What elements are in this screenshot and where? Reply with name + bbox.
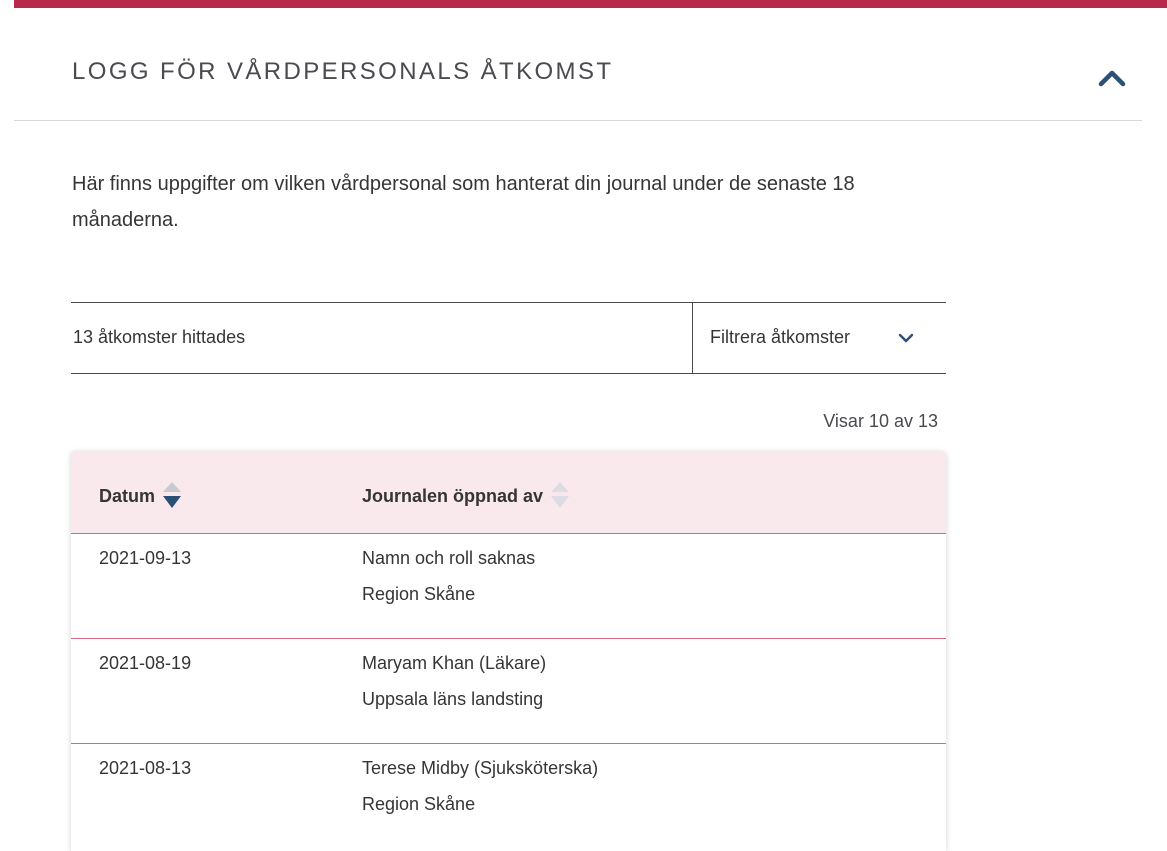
column-header-label: Journalen öppnad av: [362, 485, 544, 506]
sort-icon: [551, 482, 570, 508]
access-log-table: Datum Journalen öppnad av 2021-09-13 Nam…: [71, 451, 946, 851]
table-header: Datum Journalen öppnad av: [71, 451, 946, 534]
filter-label: Filtrera åtkomster: [710, 327, 851, 347]
intro-text: Här finns uppgifter om vilken vårdperson…: [72, 173, 855, 231]
accessor-organization: Uppsala läns landsting: [362, 689, 544, 709]
table-row: 2021-09-13 Namn och roll saknas Region S…: [71, 534, 946, 639]
table-row: 2021-08-19 Maryam Khan (Läkare) Uppsala …: [71, 639, 946, 744]
results-count: 13 åtkomster hittades: [73, 327, 246, 347]
column-header-opened-by[interactable]: Journalen öppnad av: [362, 481, 571, 513]
accessor-organization: Region Skåne: [362, 584, 476, 604]
column-header-date[interactable]: Datum: [99, 481, 183, 513]
access-date: 2021-09-13: [99, 548, 192, 568]
access-date: 2021-08-13: [99, 758, 192, 778]
panel-title: LOGG FÖR VÅRDPERSONALS ÅTKOMST: [72, 58, 614, 85]
access-log-panel: LOGG FÖR VÅRDPERSONALS ÅTKOMST Här finns…: [14, 8, 1167, 851]
column-header-label: Datum: [99, 485, 156, 506]
access-date: 2021-08-19: [99, 653, 192, 673]
filter-access-button[interactable]: Filtrera åtkomster: [692, 303, 947, 373]
top-accent-bar: [14, 0, 1167, 8]
sort-descending-icon: [163, 482, 182, 508]
panel-header[interactable]: LOGG FÖR VÅRDPERSONALS ÅTKOMST: [14, 8, 1142, 121]
collapse-button[interactable]: [1094, 62, 1130, 92]
accessor-name: Terese Midby (Sjuksköterska): [362, 758, 599, 778]
accessor-organization: Region Skåne: [362, 794, 476, 814]
pagination-status: Visar 10 av 13: [823, 411, 938, 431]
results-summary-bar: 13 åtkomster hittades Filtrera åtkomster: [71, 302, 946, 374]
table-row: 2021-08-13 Terese Midby (Sjuksköterska) …: [71, 744, 946, 848]
chevron-down-icon: [898, 333, 914, 343]
chevron-up-icon: [1098, 70, 1126, 87]
accessor-name: Namn och roll saknas: [362, 548, 536, 568]
accessor-name: Maryam Khan (Läkare): [362, 653, 547, 673]
